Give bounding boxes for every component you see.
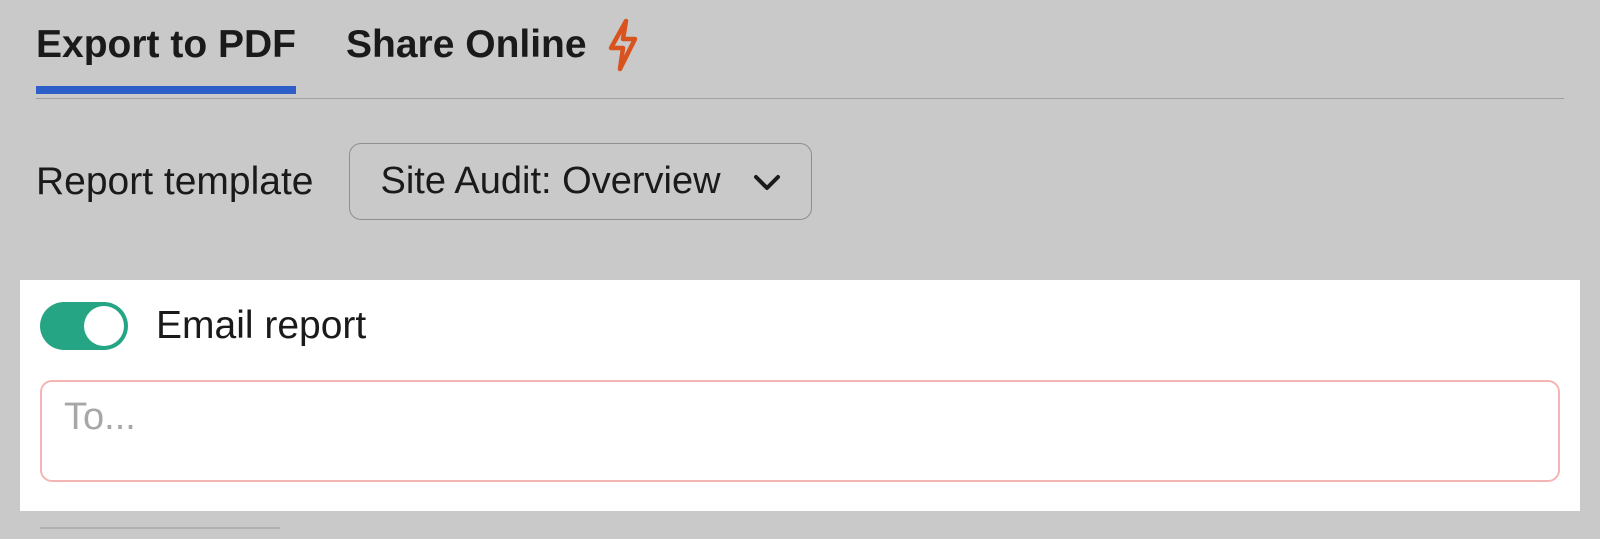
bolt-icon	[605, 18, 641, 72]
separator	[40, 527, 280, 529]
tab-share-online[interactable]: Share Online	[346, 23, 587, 67]
toggle-knob	[84, 306, 124, 346]
report-template-select[interactable]: Site Audit: Overview	[349, 143, 811, 220]
report-template-label: Report template	[36, 160, 313, 204]
chevron-down-icon	[753, 173, 781, 191]
tab-export-pdf[interactable]: Export to PDF	[36, 23, 296, 93]
report-template-selected-value: Site Audit: Overview	[380, 160, 720, 203]
email-to-input[interactable]	[40, 380, 1560, 482]
email-report-toggle[interactable]	[40, 302, 128, 350]
tabs-row: Export to PDF Share Online	[36, 0, 1564, 99]
template-row: Report template Site Audit: Overview	[36, 99, 1564, 280]
email-report-label: Email report	[156, 304, 366, 348]
email-report-panel: Email report	[20, 280, 1580, 511]
